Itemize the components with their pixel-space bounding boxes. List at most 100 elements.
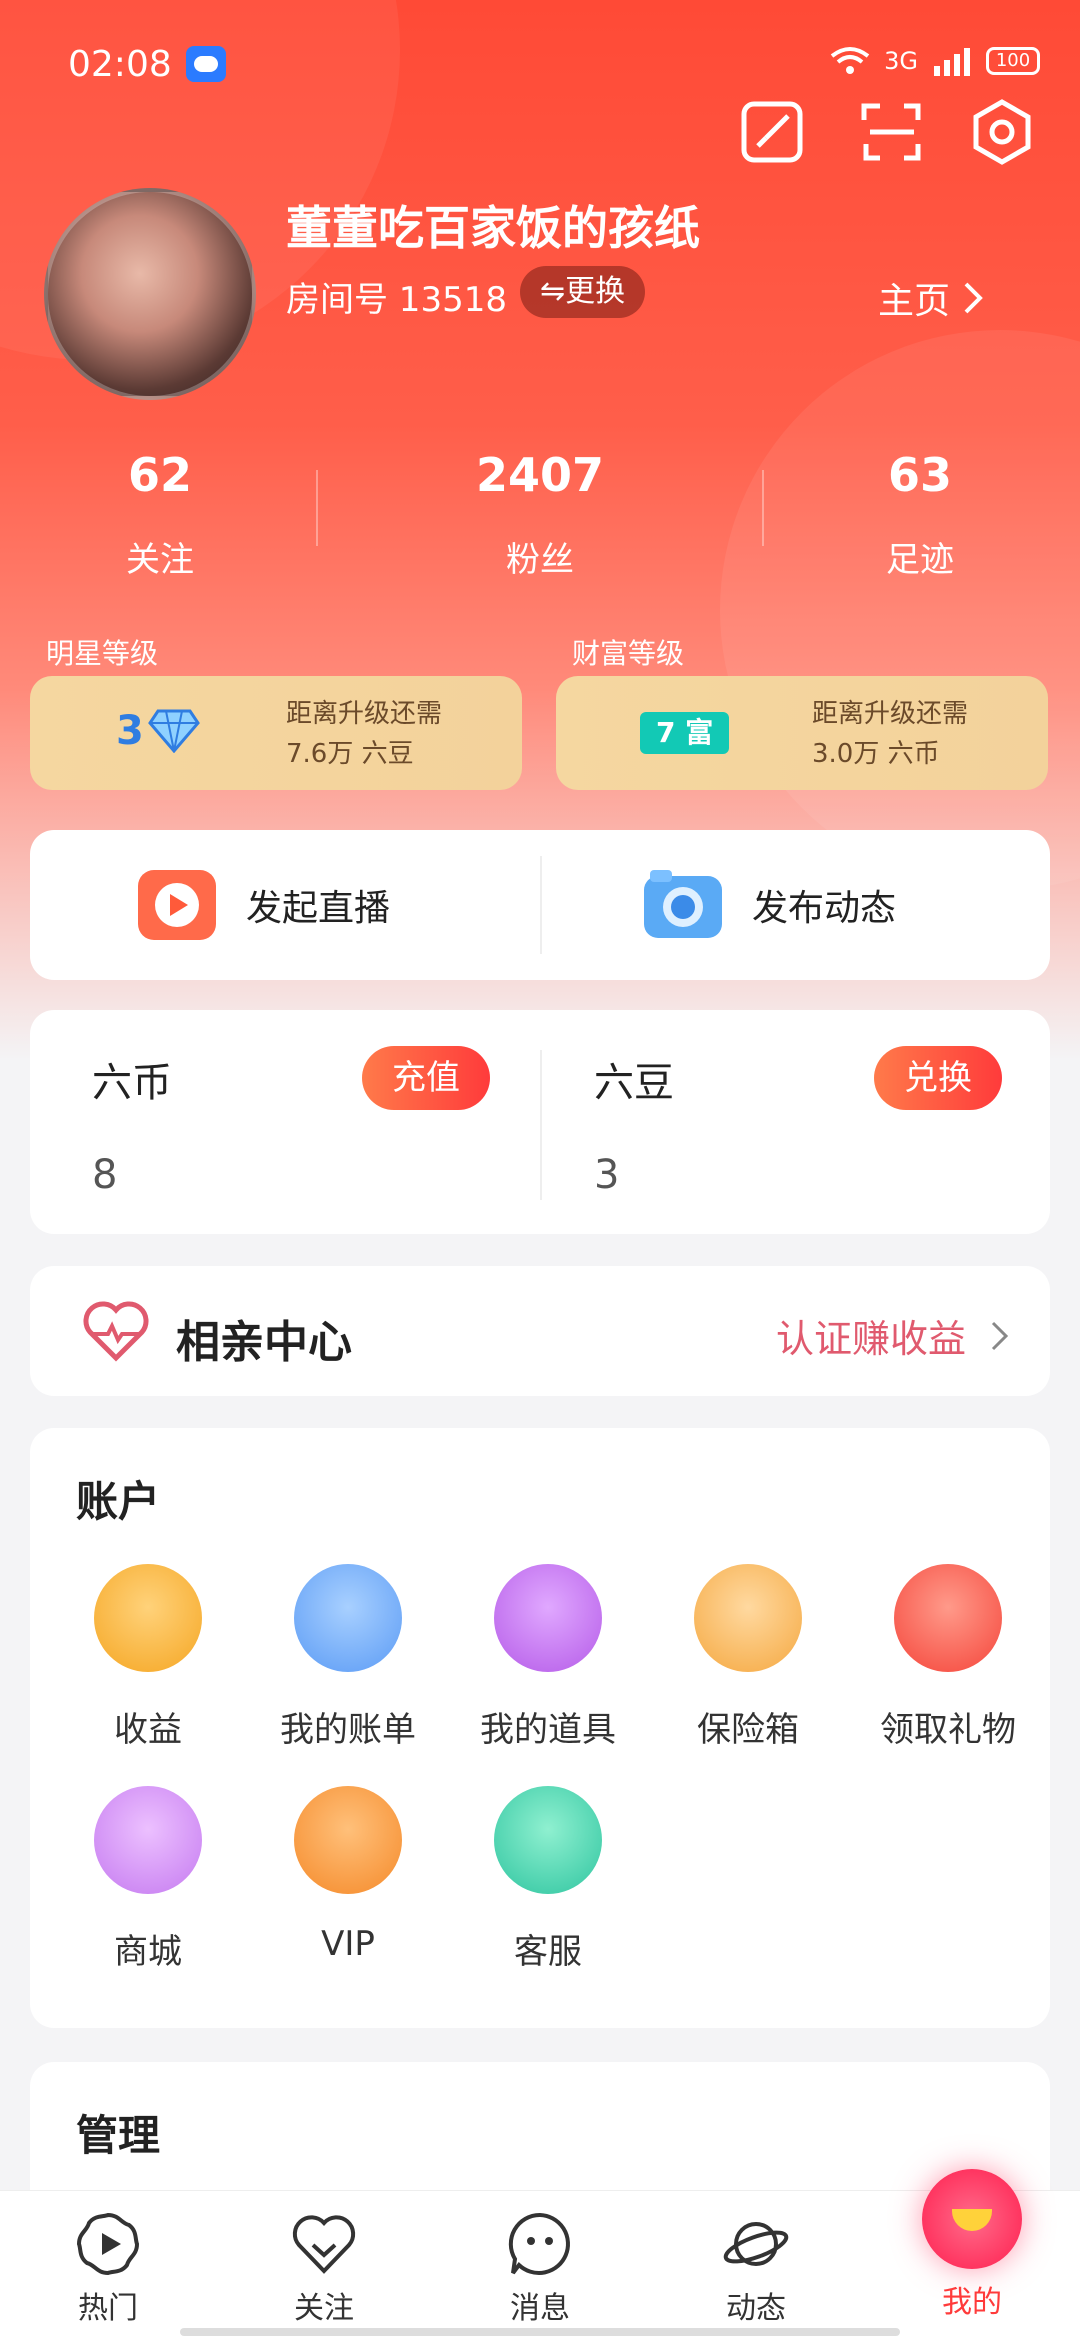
stat-footprints[interactable]: 63 足迹 bbox=[770, 448, 1070, 581]
star-level-number: 3 bbox=[116, 708, 144, 754]
coin-value: 8 bbox=[92, 1152, 118, 1198]
coin-title: 六币 bbox=[92, 1060, 172, 1106]
bottom-tab-bar: 热门 关注 消息 动态 我的 bbox=[0, 2169, 1080, 2340]
exchange-button[interactable]: 兑换 bbox=[874, 1046, 1002, 1110]
account-title: 账户 bbox=[76, 1477, 161, 1526]
stat-value: 63 bbox=[887, 448, 952, 502]
settings-icon[interactable] bbox=[966, 96, 1038, 168]
stat-value: 2407 bbox=[475, 448, 605, 502]
wealth-level-progress: 距离升级还需 3.0万 六币 bbox=[812, 694, 968, 774]
my-bills-item[interactable]: 我的账单 bbox=[248, 1564, 448, 1751]
progress-line: 7.6万 六豆 bbox=[286, 739, 414, 769]
message-face-icon bbox=[508, 2212, 570, 2275]
vip-diamond-icon bbox=[294, 1786, 402, 1894]
progress-line: 距离升级还需 bbox=[812, 699, 969, 729]
wallet-card: 六币 8 充值 六豆 3 兑换 bbox=[30, 1010, 1050, 1234]
post-moment-button[interactable]: 发布动态 bbox=[640, 866, 896, 944]
status-time: 02:08 bbox=[68, 44, 172, 85]
safe-item[interactable]: 保险箱 bbox=[648, 1564, 848, 1751]
battery-icon: 100 bbox=[986, 47, 1040, 75]
grid-label: 领取礼物 bbox=[880, 1710, 1016, 1750]
home-page-link[interactable]: 主页 bbox=[878, 272, 986, 324]
verify-earn-link[interactable]: 认证赚收益 bbox=[776, 1308, 1010, 1363]
safe-icon bbox=[694, 1564, 802, 1672]
tab-me[interactable]: 我的 bbox=[902, 2169, 1042, 2321]
live-play-icon bbox=[138, 870, 216, 940]
tab-hot[interactable]: 热门 bbox=[38, 2209, 178, 2327]
wifi-icon bbox=[830, 47, 870, 74]
bill-icon bbox=[294, 1564, 402, 1672]
tab-label: 动态 bbox=[726, 2291, 786, 2326]
play-flower-icon bbox=[76, 2212, 140, 2276]
money-bag-icon bbox=[94, 1564, 202, 1672]
avatar[interactable] bbox=[44, 188, 256, 400]
chevron-right-icon bbox=[991, 1321, 1009, 1350]
bean-value: 3 bbox=[594, 1152, 620, 1198]
tab-follow[interactable]: 关注 bbox=[254, 2209, 394, 2327]
gift-icon bbox=[894, 1564, 1002, 1672]
divider bbox=[540, 856, 542, 954]
stat-label: 粉丝 bbox=[506, 540, 574, 580]
progress-line: 3.0万 六币 bbox=[812, 739, 940, 769]
quick-actions-card: 发起直播 发布动态 bbox=[30, 830, 1050, 980]
my-props-item[interactable]: 我的道具 bbox=[448, 1564, 648, 1751]
customer-service-item[interactable]: 客服 bbox=[448, 1786, 648, 1973]
verify-earn-label: 认证赚收益 bbox=[775, 1317, 966, 1361]
recharge-button[interactable]: 充值 bbox=[362, 1046, 490, 1110]
dating-center-row[interactable]: 相亲中心 认证赚收益 bbox=[30, 1266, 1050, 1396]
earnings-item[interactable]: 收益 bbox=[48, 1564, 248, 1751]
tab-label: 关注 bbox=[294, 2291, 354, 2326]
scan-icon[interactable] bbox=[856, 96, 928, 168]
stat-value: 62 bbox=[127, 448, 192, 502]
wand-icon bbox=[494, 1564, 602, 1672]
divider bbox=[762, 470, 764, 546]
start-live-label: 发起直播 bbox=[246, 888, 391, 929]
stat-following[interactable]: 62 关注 bbox=[10, 448, 310, 581]
wealth-level-title: 财富等级 bbox=[572, 637, 685, 670]
star-level-progress: 距离升级还需 7.6万 六豆 bbox=[286, 694, 442, 774]
divider bbox=[316, 470, 318, 546]
tab-messages[interactable]: 消息 bbox=[470, 2209, 610, 2327]
network-type: 3G bbox=[884, 47, 918, 75]
post-moment-label: 发布动态 bbox=[752, 888, 897, 929]
decor-circle bbox=[720, 330, 1080, 890]
bean-title: 六豆 bbox=[594, 1060, 674, 1106]
edit-icon[interactable] bbox=[736, 96, 808, 168]
progress-line: 距离升级还需 bbox=[286, 699, 443, 729]
room-number: 房间号 13518 bbox=[286, 280, 507, 320]
start-live-button[interactable]: 发起直播 bbox=[134, 866, 390, 944]
stat-fans[interactable]: 2407 粉丝 bbox=[390, 448, 690, 581]
heart-icon bbox=[292, 2215, 356, 2274]
heart-rate-icon bbox=[83, 1301, 149, 1362]
star-level-badge: 3 bbox=[116, 708, 200, 754]
star-level-title: 明星等级 bbox=[46, 637, 159, 670]
claim-gift-item[interactable]: 领取礼物 bbox=[848, 1564, 1048, 1751]
vip-item[interactable]: VIP bbox=[248, 1786, 448, 1964]
tab-label: 消息 bbox=[510, 2291, 570, 2326]
bean-balance: 六豆 3 bbox=[594, 1050, 674, 1198]
home-indicator[interactable] bbox=[180, 2328, 900, 2336]
stat-label: 关注 bbox=[126, 540, 194, 580]
divider bbox=[540, 1050, 542, 1200]
grid-label: 商城 bbox=[114, 1932, 182, 1972]
app-notification-icon bbox=[186, 46, 226, 82]
mall-item[interactable]: 商城 bbox=[48, 1786, 248, 1973]
change-room-button[interactable]: ⇋更换 bbox=[520, 266, 646, 318]
grid-label: 客服 bbox=[514, 1932, 582, 1972]
user-nickname: 董董吃百家饭的孩纸 bbox=[286, 201, 700, 255]
me-bubble-icon bbox=[922, 2169, 1022, 2269]
camera-icon bbox=[644, 870, 722, 938]
headset-icon bbox=[494, 1786, 602, 1894]
diamond-icon bbox=[147, 709, 200, 753]
stat-label: 足迹 bbox=[886, 540, 954, 580]
dating-center-title: 相亲中心 bbox=[176, 1317, 352, 1368]
wealth-level-badge: 7 富 bbox=[640, 712, 730, 754]
tab-label: 热门 bbox=[78, 2291, 138, 2326]
tab-moments[interactable]: 动态 bbox=[686, 2209, 826, 2327]
planet-icon bbox=[723, 2222, 789, 2266]
star-level-card[interactable]: 3 距离升级还需 7.6万 六豆 bbox=[30, 676, 522, 790]
grid-label: VIP bbox=[321, 1924, 375, 1964]
wealth-level-card[interactable]: 7 富 距离升级还需 3.0万 六币 bbox=[556, 676, 1048, 790]
manage-title: 管理 bbox=[76, 2111, 161, 2160]
grid-label: 我的道具 bbox=[480, 1710, 616, 1750]
